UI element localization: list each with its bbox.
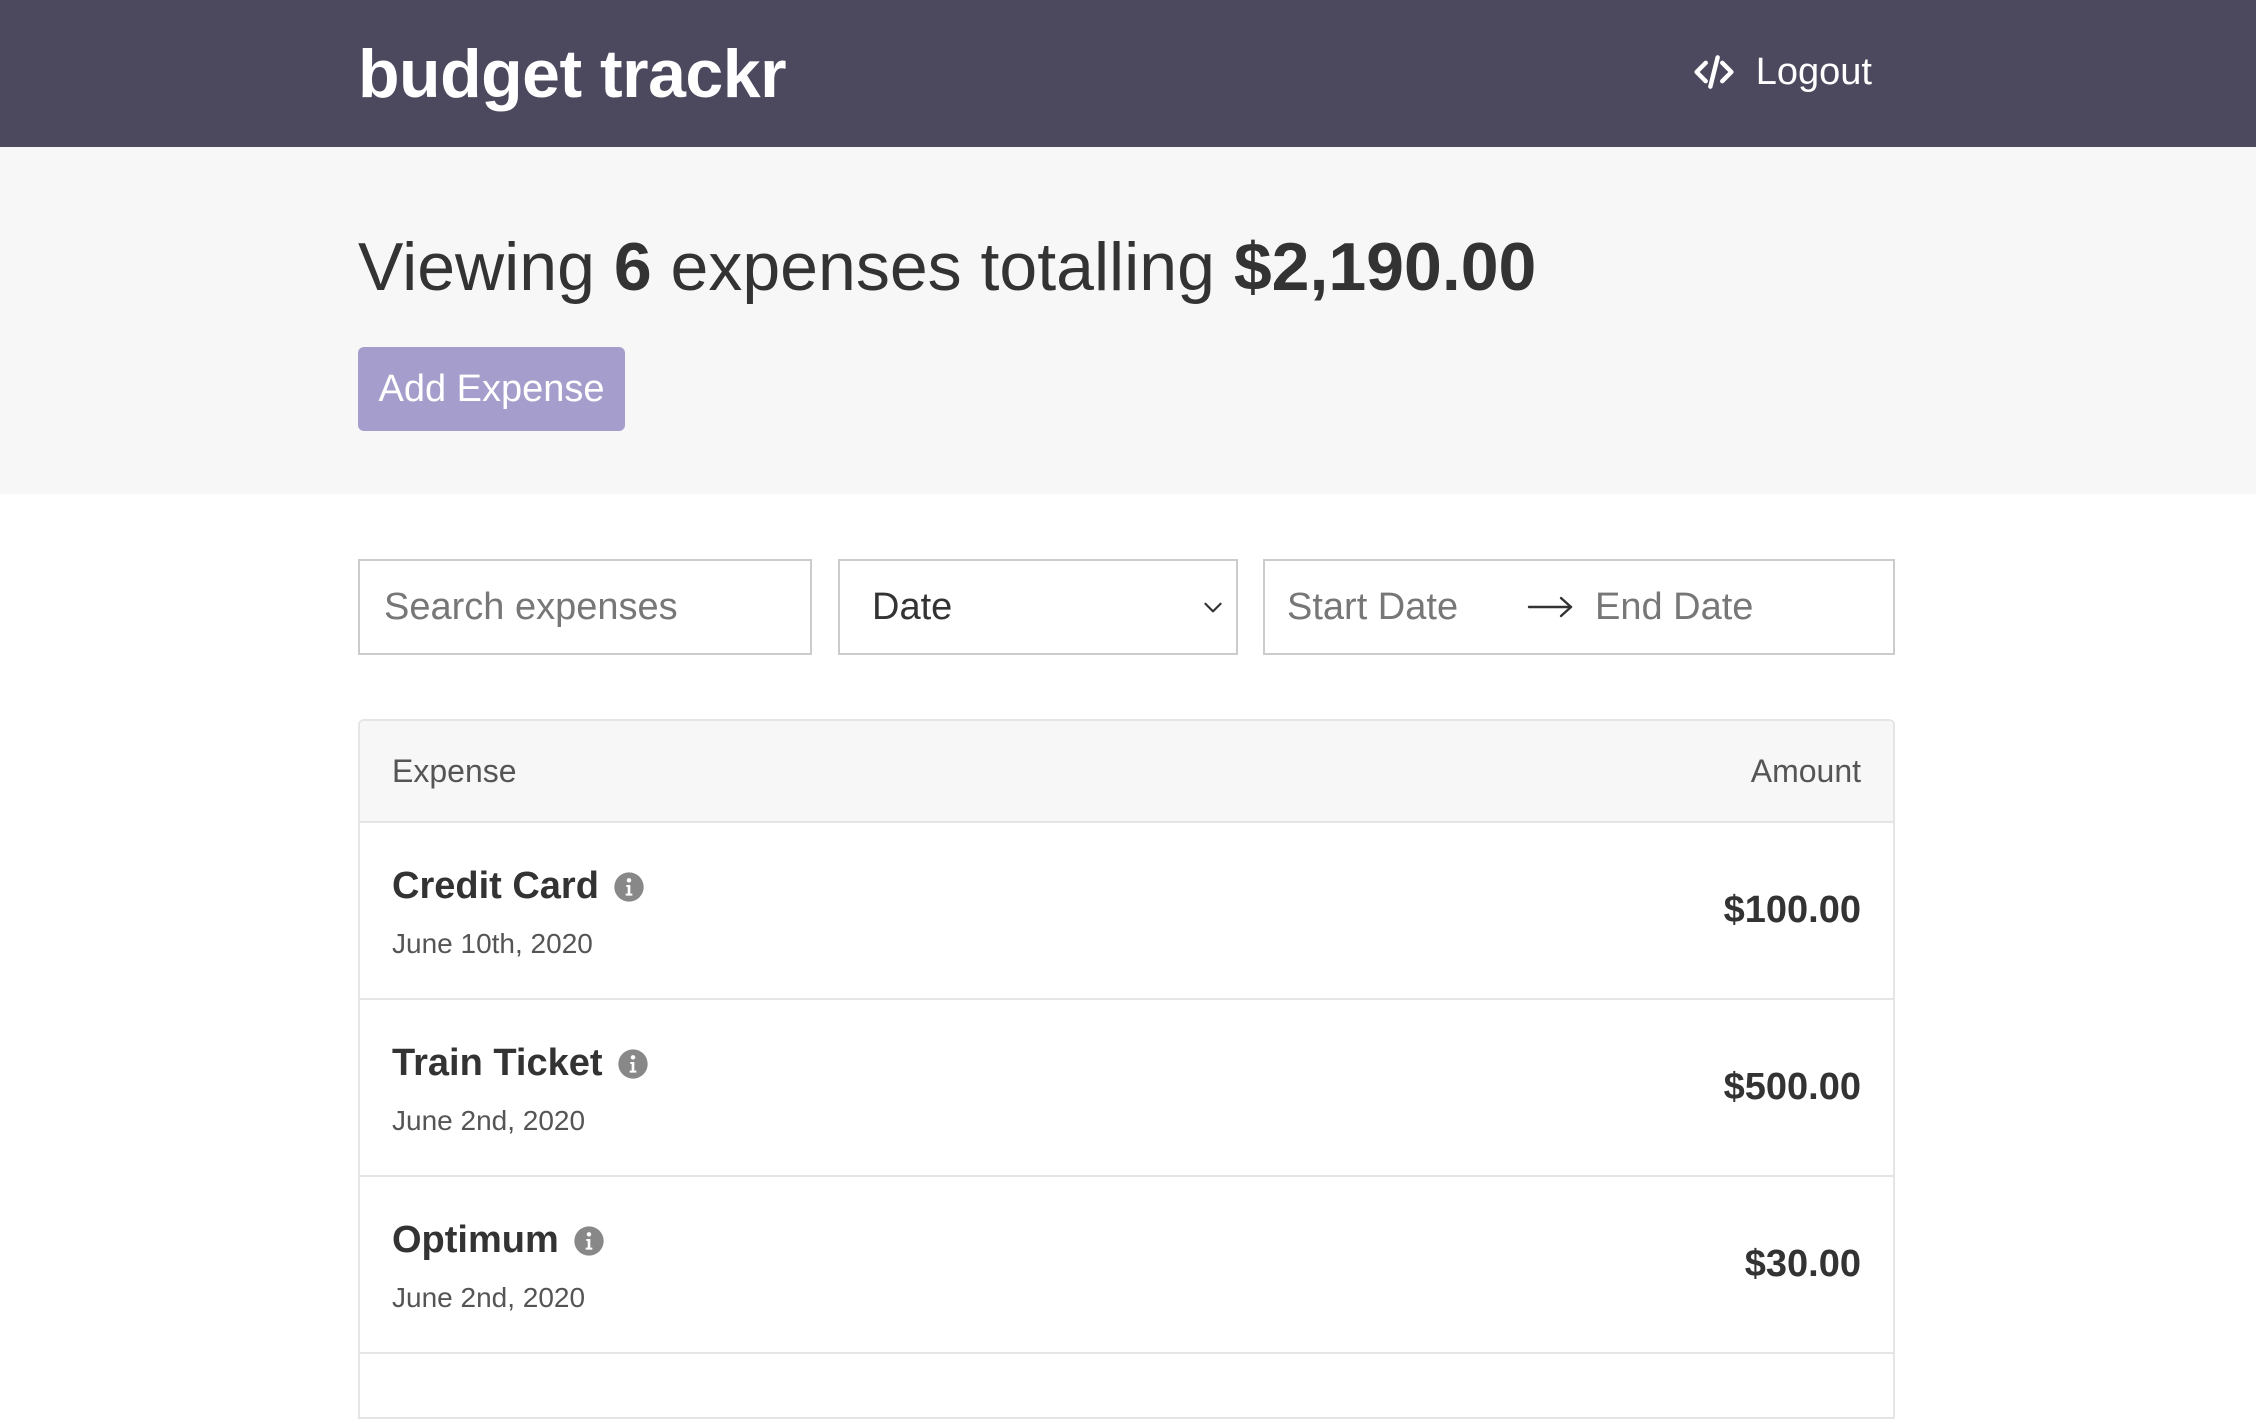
- end-date-input[interactable]: End Date: [1595, 586, 1753, 629]
- search-input[interactable]: [358, 559, 812, 655]
- logout-label: Logout: [1755, 50, 1872, 93]
- info-icon[interactable]: [613, 871, 645, 903]
- expense-list: Expense Amount Credit Card June 10th, 20…: [358, 719, 1895, 1419]
- arrow-right-icon: [1527, 596, 1573, 618]
- item-name: Credit Card: [392, 865, 599, 907]
- logout-button[interactable]: Logout: [1692, 44, 1872, 100]
- date-range-picker: Start Date End Date: [1263, 559, 1895, 655]
- item-name-row: Train Ticket: [392, 1039, 649, 1089]
- list-item[interactable]: Train Ticket June 2nd, 2020 $500.00: [360, 1000, 1893, 1177]
- list-header: Expense Amount: [360, 721, 1893, 823]
- code-icon: [1694, 55, 1734, 89]
- page-title: Viewing 6 expenses totalling $2,190.00: [358, 227, 1536, 307]
- list-item[interactable]: Optimum June 2nd, 2020 $30.00: [360, 1177, 1893, 1354]
- item-details: Train Ticket June 2nd, 2020: [392, 1039, 649, 1137]
- chevron-down-icon: [1204, 602, 1222, 613]
- brand-title[interactable]: budget trackr: [358, 34, 787, 114]
- info-icon[interactable]: [573, 1225, 605, 1257]
- item-name-row: Credit Card: [392, 862, 645, 912]
- item-amount: $500.00: [1723, 1066, 1861, 1108]
- sort-selected-value: Date: [872, 585, 953, 628]
- info-icon[interactable]: [617, 1048, 649, 1080]
- item-details: Credit Card June 10th, 2020: [392, 862, 645, 960]
- column-header-amount: Amount: [1750, 752, 1861, 789]
- item-name: Optimum: [392, 1219, 559, 1261]
- sort-select[interactable]: Date: [838, 559, 1238, 655]
- summary-prefix: Viewing: [358, 229, 595, 305]
- item-name: Train Ticket: [392, 1042, 603, 1084]
- list-item[interactable]: Credit Card June 10th, 2020 $100.00: [360, 823, 1893, 1000]
- item-date: June 2nd, 2020: [392, 1104, 586, 1136]
- item-date: June 2nd, 2020: [392, 1281, 586, 1313]
- item-name-row: Optimum: [392, 1216, 605, 1266]
- expense-count: 6: [613, 229, 652, 305]
- item-amount: $30.00: [1744, 1243, 1861, 1285]
- app-header: budget trackr Logout: [0, 0, 2256, 147]
- item-details: Optimum June 2nd, 2020: [392, 1216, 605, 1314]
- start-date-input[interactable]: Start Date: [1287, 586, 1527, 629]
- item-date: June 10th, 2020: [392, 927, 593, 959]
- summary-band: Viewing 6 expenses totalling $2,190.00 A…: [0, 147, 2256, 494]
- summary-middle: expenses totalling: [670, 229, 1215, 305]
- column-header-expense: Expense: [392, 752, 517, 789]
- expense-total: $2,190.00: [1233, 229, 1537, 305]
- add-expense-button[interactable]: Add Expense: [358, 347, 625, 431]
- item-amount: $100.00: [1723, 889, 1861, 931]
